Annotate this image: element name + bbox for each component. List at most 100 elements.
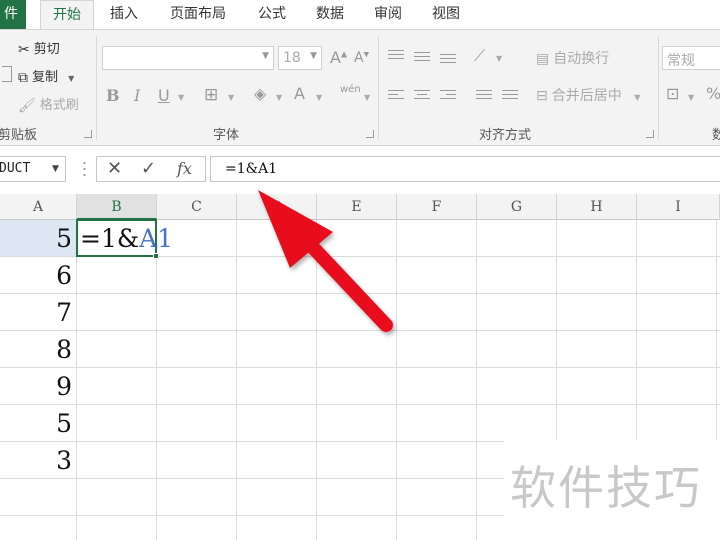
clipboard-launcher-icon[interactable] <box>84 130 92 138</box>
copy-button[interactable]: ⧉ 复制 ▼ <box>18 66 74 86</box>
font-size-combo[interactable]: 18 ▼ <box>278 46 322 70</box>
cell-a6[interactable]: 5 <box>0 405 72 442</box>
tab-home[interactable]: 开始 <box>40 0 94 30</box>
group-divider <box>96 36 97 140</box>
decrease-indent-icon[interactable] <box>476 90 492 102</box>
column-header-c[interactable]: C <box>157 194 237 220</box>
group-divider <box>378 36 379 140</box>
chevron-down-icon: ▼ <box>310 51 317 61</box>
align-bottom-icon[interactable] <box>440 54 456 66</box>
percent-button[interactable]: % <box>706 84 720 103</box>
italic-button[interactable]: I <box>134 86 140 105</box>
fill-color-icon[interactable]: ◈ <box>254 84 266 103</box>
cell-a7[interactable]: 3 <box>0 442 72 479</box>
align-left-icon[interactable] <box>388 90 404 102</box>
formula-input[interactable]: =1&A1 <box>210 156 720 182</box>
number-format-combo[interactable]: 常规 <box>662 46 720 70</box>
tab-data[interactable]: 数据 <box>304 0 356 30</box>
align-right-icon[interactable] <box>440 90 456 102</box>
fill-handle[interactable] <box>153 253 159 259</box>
grid-line <box>0 367 720 368</box>
tab-page-layout[interactable]: 页面布局 <box>160 0 236 30</box>
phonetic-icon[interactable]: wén <box>340 84 361 95</box>
cut-button[interactable]: ✂ 剪切 <box>18 38 60 58</box>
decrease-font-icon[interactable]: A▼ <box>354 50 369 66</box>
cell-reference: A1 <box>139 224 174 253</box>
orientation-icon[interactable]: ⟋ <box>474 46 485 66</box>
currency-icon[interactable]: ⊡ <box>666 84 679 103</box>
grid-line <box>156 220 157 540</box>
fill-dropdown-icon[interactable]: ▼ <box>276 93 282 102</box>
ribbon: ✂ 剪切 ⧉ 复制 ▼ 🖌 格式刷 剪贴板 ▼ 18 ▼ A▲ A▼ B I U ▼ … <box>0 29 720 146</box>
formula-buttons: ✕ ✓ fx <box>96 156 206 182</box>
align-top-icon[interactable] <box>388 50 404 62</box>
ribbon-tab-bar: 件 开始 插入 页面布局 公式 数据 审阅 视图 <box>0 0 720 30</box>
merge-icon: ⊟ <box>536 88 548 104</box>
insert-function-icon[interactable]: fx <box>177 159 192 178</box>
underline-dropdown-icon[interactable]: ▼ <box>178 93 184 102</box>
merge-center-button[interactable]: ⊟ 合并后居中 ▼ <box>536 85 640 105</box>
formula-bar: DUCT ▼ ✕ ✓ fx =1&A1 <box>0 146 720 194</box>
paste-icon[interactable] <box>2 66 12 86</box>
grid-line <box>316 220 317 540</box>
grid-line <box>0 293 720 294</box>
cell-a1[interactable]: 5 <box>0 220 72 257</box>
font-color-icon[interactable]: A <box>294 84 305 103</box>
merge-dropdown-icon: ▼ <box>634 93 641 102</box>
currency-dropdown-icon[interactable]: ▼ <box>688 93 694 102</box>
font-name-combo[interactable]: ▼ <box>102 46 274 70</box>
tab-formulas[interactable]: 公式 <box>246 0 298 30</box>
chevron-down-icon: ▼ <box>262 51 269 61</box>
cell-a2[interactable]: 6 <box>0 257 72 294</box>
cell-a4[interactable]: 8 <box>0 331 72 368</box>
align-middle-icon[interactable] <box>414 52 430 64</box>
copy-icon: ⧉ <box>18 69 28 86</box>
tab-review[interactable]: 审阅 <box>362 0 414 30</box>
column-header-e[interactable]: E <box>317 194 397 220</box>
watermark-text: 软件技巧 <box>510 461 702 515</box>
name-box-dropdown-icon[interactable]: ▼ <box>52 164 59 174</box>
underline-button[interactable]: U <box>158 86 170 105</box>
bold-button[interactable]: B <box>106 86 120 105</box>
column-header-a[interactable]: A <box>0 194 77 220</box>
brush-icon: 🖌 <box>18 97 36 114</box>
number-group-label: 数 <box>712 128 720 143</box>
tab-view[interactable]: 视图 <box>420 0 472 30</box>
tab-insert[interactable]: 插入 <box>98 0 150 30</box>
column-header-f[interactable]: F <box>397 194 477 220</box>
wrap-text-button[interactable]: ▤ 自动换行 <box>536 48 609 68</box>
grid-line <box>76 220 77 540</box>
borders-icon[interactable]: ⊞ <box>204 85 218 105</box>
splitter-handle[interactable] <box>83 160 86 178</box>
grid-line <box>0 404 720 405</box>
clipboard-group-label: 剪贴板 <box>0 128 38 143</box>
cell-a5[interactable]: 9 <box>0 368 72 405</box>
increase-indent-icon[interactable] <box>502 90 518 102</box>
alignment-group-label: 对齐方式 <box>479 128 532 143</box>
column-header-h[interactable]: H <box>557 194 637 220</box>
font-launcher-icon[interactable] <box>366 130 374 138</box>
orientation-dropdown-icon[interactable]: ▼ <box>496 54 502 63</box>
grid-line <box>236 220 237 540</box>
column-header-b[interactable]: B <box>77 194 157 220</box>
scissors-icon: ✂ <box>18 41 30 58</box>
font-group-label: 字体 <box>213 128 240 143</box>
alignment-launcher-icon[interactable] <box>646 130 654 138</box>
column-header-g[interactable]: G <box>477 194 557 220</box>
increase-font-icon[interactable]: A▲ <box>330 48 347 67</box>
align-center-icon[interactable] <box>414 90 430 102</box>
borders-dropdown-icon[interactable]: ▼ <box>228 93 234 102</box>
tab-file[interactable]: 件 <box>0 0 26 30</box>
cell-b1-editor[interactable]: =1&A1 <box>80 220 173 257</box>
cancel-icon[interactable]: ✕ <box>107 158 122 179</box>
format-painter-button[interactable]: 🖌 格式刷 <box>18 94 79 114</box>
grid-line <box>476 220 477 540</box>
active-cell-b1[interactable]: =1&A1 <box>76 219 173 259</box>
column-header-i[interactable]: I <box>637 194 720 220</box>
cell-a3[interactable]: 7 <box>0 294 72 331</box>
phonetic-dropdown-icon[interactable]: ▼ <box>364 93 370 102</box>
column-header-d[interactable]: D <box>237 194 317 220</box>
font-color-dropdown-icon[interactable]: ▼ <box>316 93 322 102</box>
enter-icon[interactable]: ✓ <box>141 158 156 179</box>
copy-dropdown-icon: ▼ <box>68 74 75 83</box>
